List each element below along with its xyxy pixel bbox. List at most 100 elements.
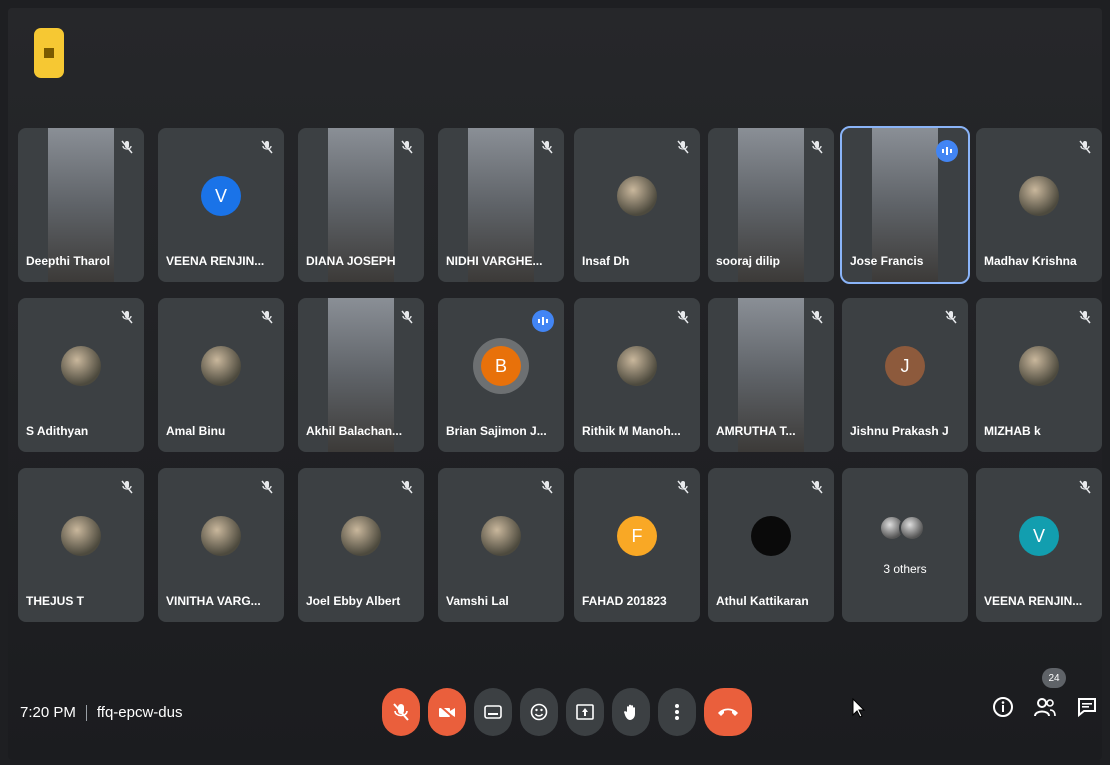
participant-avatar: V xyxy=(1019,516,1059,556)
participant-avatar: V xyxy=(201,176,241,216)
divider xyxy=(85,704,87,721)
meeting-code[interactable]: ffq-epcw-dus xyxy=(97,704,183,721)
participant-tile[interactable]: V VEENA RENJIN... xyxy=(976,468,1102,622)
mic-muted-icon xyxy=(540,480,554,494)
participant-avatar: B xyxy=(481,346,521,386)
present-icon xyxy=(576,704,594,720)
participant-tile[interactable]: Madhav Krishna xyxy=(976,128,1102,282)
meeting-time: 7:20 PM xyxy=(20,704,76,721)
participant-name: Jose Francis xyxy=(850,254,924,268)
activity-badge-icon[interactable] xyxy=(34,28,64,78)
participant-avatar xyxy=(1019,346,1059,386)
participant-tile[interactable]: Joel Ebby Albert xyxy=(298,468,424,622)
mouse-cursor-icon xyxy=(852,697,866,723)
mic-muted-icon xyxy=(810,480,824,494)
captions-button[interactable] xyxy=(474,688,512,736)
participant-avatar xyxy=(751,516,791,556)
participant-tile[interactable]: B Brian Sajimon J... xyxy=(438,298,564,452)
participant-name: Vamshi Lal xyxy=(446,594,509,608)
participant-name: Jishnu Prakash J xyxy=(850,424,949,438)
participant-avatar xyxy=(1019,176,1059,216)
participant-tile[interactable]: DIANA JOSEPH xyxy=(298,128,424,282)
mic-muted-icon xyxy=(400,140,414,154)
mic-off-button[interactable] xyxy=(382,688,420,736)
participant-tile[interactable]: Akhil Balachan... xyxy=(298,298,424,452)
mic-muted-icon xyxy=(120,140,134,154)
captions-icon xyxy=(484,705,502,719)
mic-muted-icon xyxy=(120,480,134,494)
chat-icon xyxy=(1078,698,1096,718)
participant-name: DIANA JOSEPH xyxy=(306,254,396,268)
participant-tile[interactable]: Deepthi Tharol xyxy=(18,128,144,282)
info-button[interactable] xyxy=(990,694,1016,720)
more-options-button[interactable] xyxy=(658,688,696,736)
camera-off-icon xyxy=(438,704,456,720)
mic-muted-icon xyxy=(810,310,824,324)
chat-button[interactable] xyxy=(1074,694,1100,720)
leave-call-button[interactable] xyxy=(704,688,752,736)
participant-tile[interactable]: S Adithyan xyxy=(18,298,144,452)
participant-avatar xyxy=(617,346,657,386)
mic-muted-icon xyxy=(260,310,274,324)
present-button[interactable] xyxy=(566,688,604,736)
participant-name: THEJUS T xyxy=(26,594,85,608)
participant-name: Rithik M Manoh... xyxy=(582,424,681,438)
call-end-icon xyxy=(717,707,739,717)
participant-name: Athul Kattikaran xyxy=(716,594,809,608)
mic-muted-icon xyxy=(1078,310,1092,324)
others-avatars xyxy=(879,515,925,541)
mic-muted-icon xyxy=(260,140,274,154)
reactions-button[interactable] xyxy=(520,688,558,736)
participant-tile[interactable]: Vamshi Lal xyxy=(438,468,564,622)
participant-tile[interactable]: Jose Francis xyxy=(840,126,970,284)
participant-name: MIZHAB k xyxy=(984,424,1041,438)
participant-tile[interactable]: 3 others xyxy=(842,468,968,622)
speaking-indicator-icon xyxy=(532,310,554,332)
participant-avatar xyxy=(201,346,241,386)
participant-name: Insaf Dh xyxy=(582,254,630,268)
mic-muted-icon xyxy=(400,310,414,324)
participant-name: Joel Ebby Albert xyxy=(306,594,401,608)
people-button[interactable] xyxy=(1032,694,1058,720)
participant-name: VINITHA VARG... xyxy=(166,594,261,608)
participant-tile[interactable]: V VEENA RENJIN... xyxy=(158,128,284,282)
participant-name: Akhil Balachan... xyxy=(306,424,403,438)
mic-muted-icon xyxy=(260,480,274,494)
participant-name: Madhav Krishna xyxy=(984,254,1077,268)
info-icon xyxy=(993,697,1013,717)
participant-tile[interactable]: VINITHA VARG... xyxy=(158,468,284,622)
participant-name: NIDHI VARGHE... xyxy=(446,254,543,268)
participant-avatar xyxy=(61,346,101,386)
participant-name: Amal Binu xyxy=(166,424,226,438)
mic-muted-icon xyxy=(540,140,554,154)
participant-name: VEENA RENJIN... xyxy=(984,594,1083,608)
participant-avatar xyxy=(341,516,381,556)
mic-muted-icon xyxy=(400,480,414,494)
participant-tile[interactable]: Insaf Dh xyxy=(574,128,700,282)
participant-count-badge: 24 xyxy=(1042,668,1066,688)
participant-tile[interactable]: NIDHI VARGHE... xyxy=(438,128,564,282)
camera-off-button[interactable] xyxy=(428,688,466,736)
mic-muted-icon xyxy=(676,140,690,154)
participant-tile[interactable]: sooraj dilip xyxy=(708,128,834,282)
participant-name: sooraj dilip xyxy=(716,254,781,268)
mic-muted-icon xyxy=(1078,480,1092,494)
participant-name: FAHAD 201823 xyxy=(582,594,667,608)
raise-hand-button[interactable] xyxy=(612,688,650,736)
mic-off-icon xyxy=(393,703,409,721)
participant-tile[interactable]: J Jishnu Prakash J xyxy=(842,298,968,452)
participant-tile[interactable]: Rithik M Manoh... xyxy=(574,298,700,452)
people-icon xyxy=(1034,698,1056,717)
speaking-indicator-icon xyxy=(936,140,958,162)
others-label: 3 others xyxy=(883,562,927,576)
participant-tile[interactable]: Athul Kattikaran xyxy=(708,468,834,622)
participant-tile[interactable]: THEJUS T xyxy=(18,468,144,622)
participant-tile[interactable]: AMRUTHA T... xyxy=(708,298,834,452)
participant-tile[interactable]: MIZHAB k xyxy=(976,298,1102,452)
more-vert-icon xyxy=(674,703,680,721)
side-panel-buttons xyxy=(990,694,1100,720)
participant-name: AMRUTHA T... xyxy=(716,424,796,438)
participant-tile[interactable]: Amal Binu xyxy=(158,298,284,452)
participant-tile[interactable]: F FAHAD 201823 xyxy=(574,468,700,622)
participant-avatar xyxy=(201,516,241,556)
